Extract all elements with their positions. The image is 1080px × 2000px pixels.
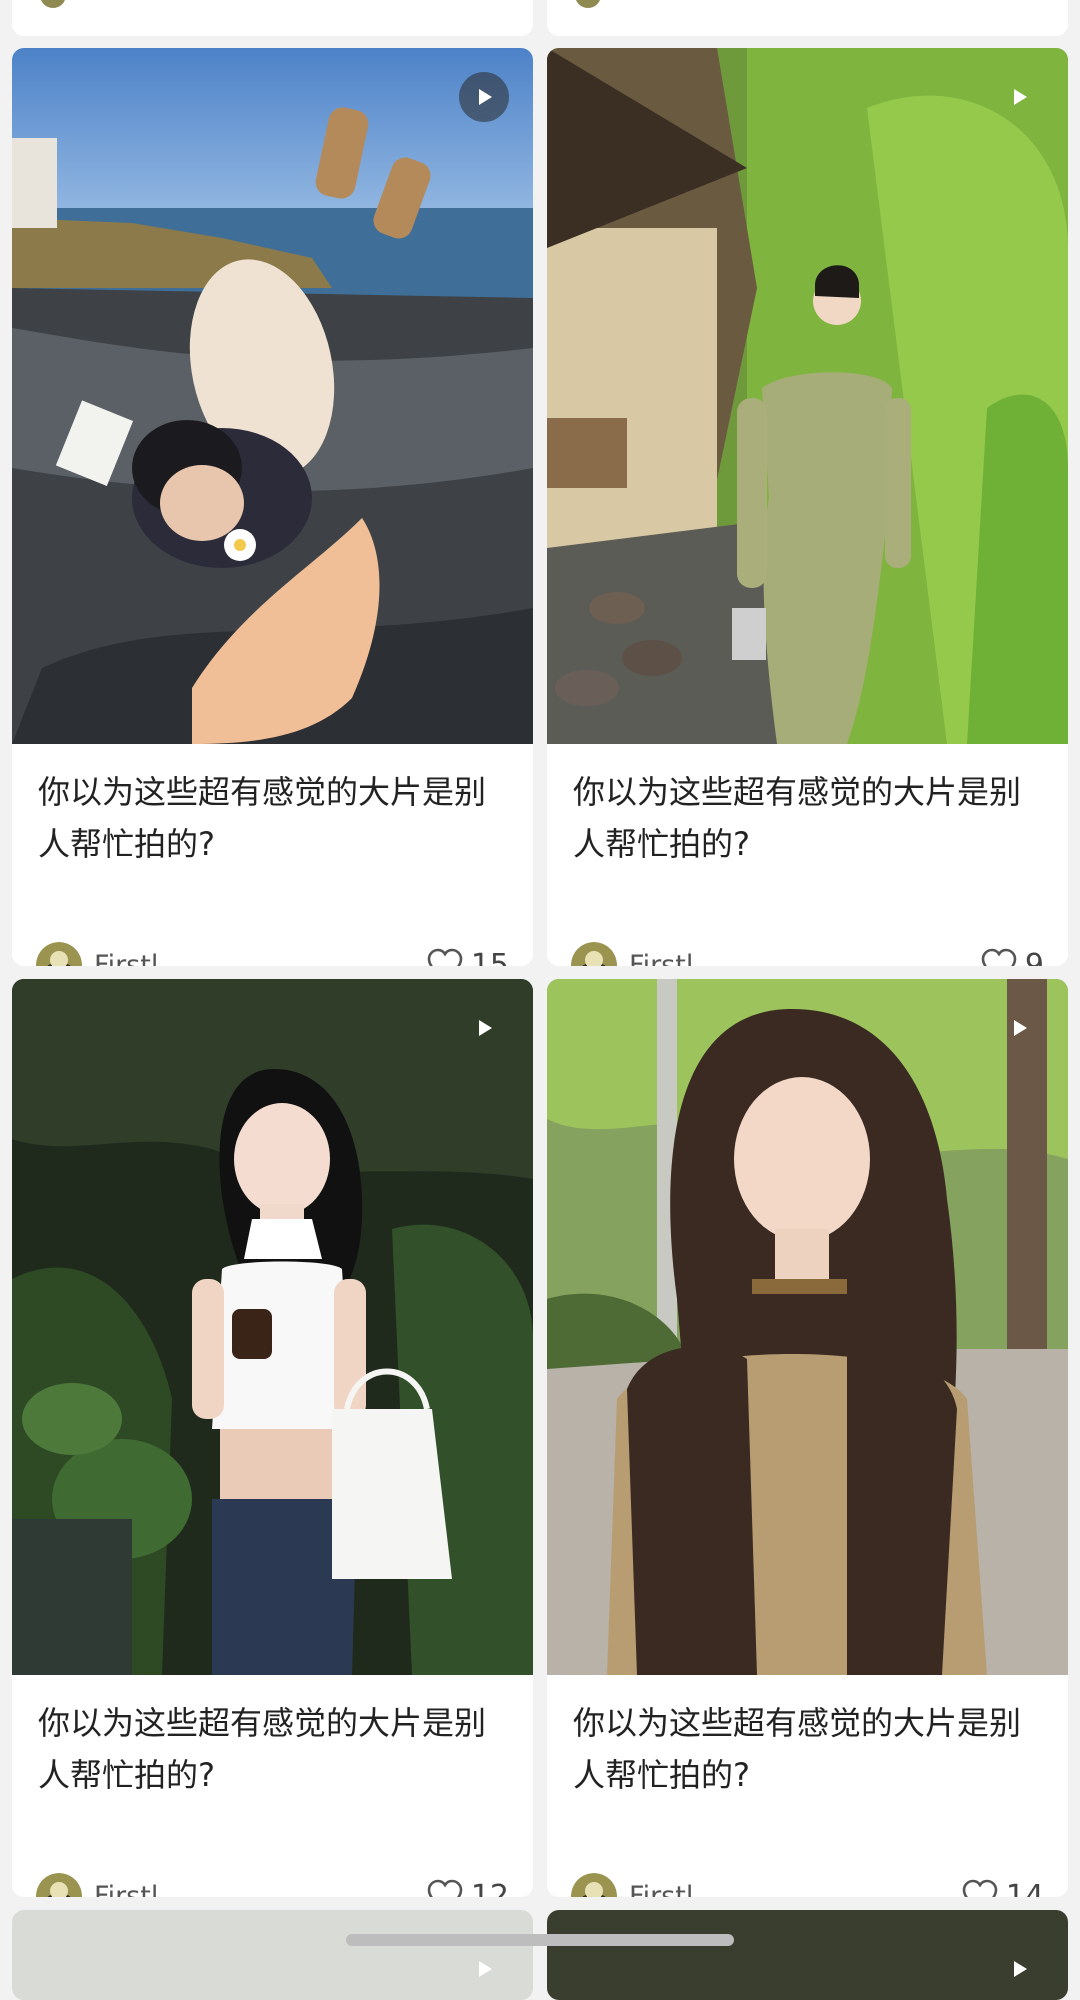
- author-avatar[interactable]: [36, 1873, 82, 1897]
- feed-card-partial-top-right[interactable]: [547, 0, 1068, 36]
- like-button[interactable]: 14: [962, 1878, 1044, 1898]
- feed-card-partial-bottom-right[interactable]: [547, 1910, 1068, 2000]
- post-cover-image[interactable]: [12, 979, 533, 1675]
- author-avatar[interactable]: [36, 942, 82, 966]
- video-play-button[interactable]: [994, 1003, 1044, 1053]
- feed-card[interactable]: 你以为这些超有感觉的大片是别人帮忙拍的? Firstl 9: [547, 48, 1068, 966]
- post-title[interactable]: 你以为这些超有感觉的大片是别人帮忙拍的?: [38, 766, 508, 870]
- post-cover-image[interactable]: [12, 48, 533, 744]
- video-play-button[interactable]: [459, 72, 509, 122]
- author-name[interactable]: Firstl: [94, 1881, 427, 1898]
- home-indicator[interactable]: [346, 1934, 734, 1946]
- post-title[interactable]: 你以为这些超有感觉的大片是别人帮忙拍的?: [573, 1697, 1043, 1801]
- video-play-button[interactable]: [994, 1944, 1044, 1994]
- video-play-button[interactable]: [459, 1944, 509, 1994]
- post-meta: Firstl 14: [571, 1871, 1044, 1897]
- heart-outline-icon: [427, 1879, 463, 1897]
- like-count: 14: [1005, 1878, 1044, 1898]
- feed-card-partial-top-left[interactable]: [12, 0, 533, 36]
- like-button[interactable]: 12: [427, 1878, 509, 1898]
- feed-card-partial-bottom-left[interactable]: [12, 1910, 533, 2000]
- author-name[interactable]: Firstl: [94, 950, 427, 967]
- long-hair-photo: [547, 979, 1068, 1675]
- play-icon: [1014, 1961, 1027, 1977]
- post-cover-image[interactable]: [547, 979, 1068, 1675]
- play-icon: [1014, 89, 1027, 105]
- author-avatar[interactable]: [571, 1873, 617, 1897]
- like-button[interactable]: 9: [981, 947, 1044, 967]
- video-play-button[interactable]: [459, 1003, 509, 1053]
- avatar: [40, 0, 66, 8]
- post-meta: Firstl 9: [571, 940, 1044, 966]
- author-name[interactable]: Firstl: [629, 950, 981, 967]
- play-icon: [479, 89, 492, 105]
- white-top-photo: [12, 979, 533, 1675]
- author-avatar[interactable]: [571, 942, 617, 966]
- post-title[interactable]: 你以为这些超有感觉的大片是别人帮忙拍的?: [573, 766, 1043, 870]
- avatar: [575, 0, 601, 8]
- like-count: 15: [470, 947, 509, 967]
- feed-card[interactable]: 你以为这些超有感觉的大片是别人帮忙拍的? Firstl 15: [12, 48, 533, 966]
- heart-outline-icon: [981, 948, 1017, 966]
- like-button[interactable]: 15: [427, 947, 509, 967]
- post-meta: Firstl 12: [36, 1871, 509, 1897]
- post-cover-image[interactable]: [547, 48, 1068, 744]
- play-icon: [1014, 1020, 1027, 1036]
- author-name[interactable]: Firstl: [629, 1881, 962, 1898]
- like-count: 12: [470, 1878, 509, 1898]
- heart-outline-icon: [427, 948, 463, 966]
- video-play-button[interactable]: [994, 72, 1044, 122]
- like-count: 9: [1024, 947, 1044, 967]
- garden-dress-photo: [547, 48, 1068, 744]
- feed-card[interactable]: 你以为这些超有感觉的大片是别人帮忙拍的? Firstl 14: [547, 979, 1068, 1897]
- heart-outline-icon: [962, 1879, 998, 1897]
- feed-card[interactable]: 你以为这些超有感觉的大片是别人帮忙拍的? Firstl 12: [12, 979, 533, 1897]
- post-meta: Firstl 15: [36, 940, 509, 966]
- post-title[interactable]: 你以为这些超有感觉的大片是别人帮忙拍的?: [38, 1697, 508, 1801]
- beach-rock-photo: [12, 48, 533, 744]
- play-icon: [479, 1020, 492, 1036]
- play-icon: [479, 1961, 492, 1977]
